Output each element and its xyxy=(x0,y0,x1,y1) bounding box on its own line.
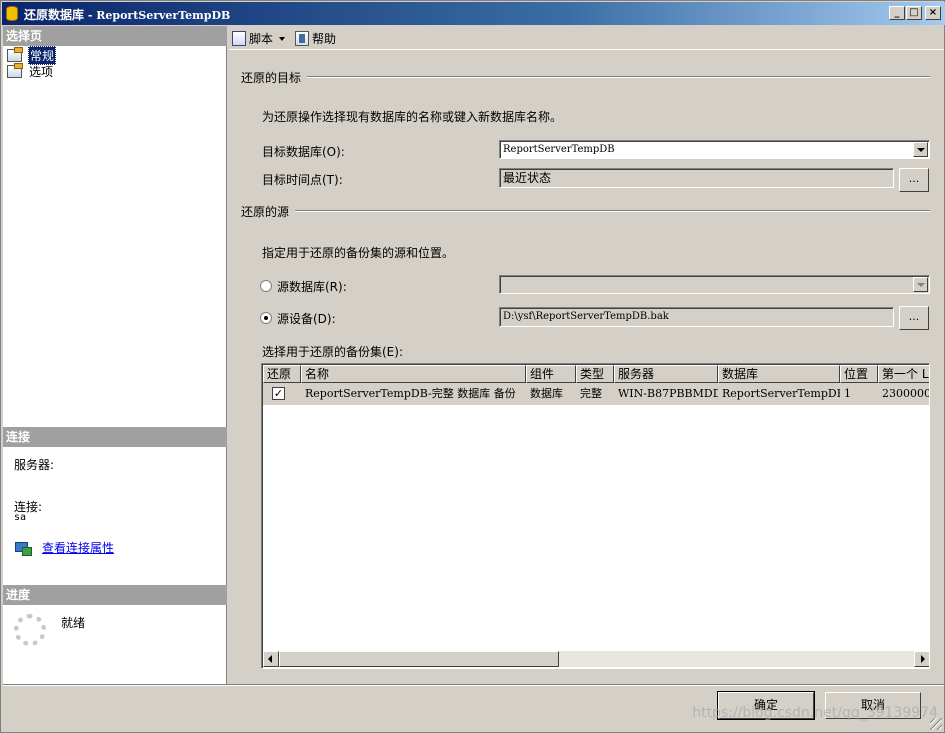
page-item-options[interactable]: 选项 xyxy=(7,62,54,79)
left-pane: 选择页 常规 选项 连接 服务器: 连接: sa 查看连接属性 进度 就绪 xyxy=(3,26,227,684)
cell-position: 1 xyxy=(844,387,851,400)
from-device-radio[interactable] xyxy=(260,312,272,324)
scroll-left-icon[interactable] xyxy=(263,651,279,667)
target-group-title: 还原的目标 xyxy=(241,71,302,85)
col-header-component[interactable]: 组件 xyxy=(526,365,576,383)
cell-component: 数据库 xyxy=(530,387,563,400)
target-time-label: 目标时间点(T): xyxy=(262,173,343,187)
grid-header: 还原 名称 组件 类型 服务器 数据库 位置 第一个 L xyxy=(263,365,929,383)
from-database-combo[interactable] xyxy=(499,275,930,294)
from-device-field: D:\ysf\ReportServerTempDB.bak xyxy=(499,307,894,327)
bottom-divider xyxy=(3,684,944,686)
target-instruction: 为还原操作选择现有数据库的名称或键入新数据库名称。 xyxy=(262,110,563,124)
target-time-field: 最近状态 xyxy=(499,168,894,188)
progress-spinner-icon xyxy=(14,614,46,646)
database-icon xyxy=(6,6,18,21)
target-group-divider xyxy=(307,76,930,78)
col-header-database[interactable]: 数据库 xyxy=(718,365,840,383)
table-row[interactable]: ✓ ReportServerTempDB-完整 数据库 备份 数据库 完整 WI… xyxy=(263,383,929,405)
col-header-server[interactable]: 服务器 xyxy=(614,365,718,383)
close-button[interactable]: × xyxy=(925,6,941,20)
backup-sets-label: 选择用于还原的备份集(E): xyxy=(262,345,403,359)
source-group-divider xyxy=(295,210,930,212)
help-button-label: 帮助 xyxy=(312,32,337,46)
page-item-general[interactable]: 常规 xyxy=(7,45,57,65)
from-device-browse-button[interactable]: ... xyxy=(899,306,929,330)
watermark: https://blog.csdn.net/qq_39139974 xyxy=(692,705,938,721)
script-icon xyxy=(232,31,246,46)
help-icon xyxy=(295,31,309,46)
from-database-radio[interactable] xyxy=(260,280,272,292)
scroll-thumb[interactable] xyxy=(279,651,559,667)
target-db-combo[interactable]: ReportServerTempDB xyxy=(499,140,930,159)
select-page-header: 选择页 xyxy=(3,26,227,46)
server-label: 服务器: xyxy=(14,458,55,472)
col-header-first-lsn[interactable]: 第一个 L xyxy=(878,365,929,383)
col-header-name[interactable]: 名称 xyxy=(301,365,526,383)
backup-sets-grid[interactable]: 还原 名称 组件 类型 服务器 数据库 位置 第一个 L ✓ ReportSer… xyxy=(261,363,930,669)
source-group-title: 还原的源 xyxy=(241,205,290,219)
progress-status: 就绪 xyxy=(61,616,86,630)
cell-first-lsn: 23000000 xyxy=(882,387,929,400)
help-button[interactable]: 帮助 xyxy=(295,30,336,47)
window-title: 还原数据库 - ReportServerTempDB xyxy=(24,6,230,23)
cell-restore: ✓ xyxy=(263,383,301,405)
script-button[interactable]: 脚本 xyxy=(232,30,286,47)
cell-name: ReportServerTempDB-完整 数据库 备份 xyxy=(305,387,516,400)
title-bar[interactable]: 还原数据库 - ReportServerTempDB _ □ × xyxy=(2,2,945,25)
page-icon xyxy=(7,62,23,78)
progress-header: 进度 xyxy=(3,585,227,605)
window-title-db: - ReportServerTempDB xyxy=(84,9,231,22)
minimize-button[interactable]: _ xyxy=(889,6,905,20)
restore-database-window: 还原数据库 - ReportServerTempDB _ □ × 选择页 常规 … xyxy=(0,0,945,733)
view-connection-properties[interactable]: 查看连接属性 xyxy=(14,539,114,556)
page-icon xyxy=(7,46,23,62)
cell-type: 完整 xyxy=(580,387,602,400)
col-header-restore[interactable]: 还原 xyxy=(263,365,301,383)
page-item-options-label: 选项 xyxy=(29,64,54,79)
from-database-label[interactable]: 源数据库(R): xyxy=(277,278,347,295)
target-db-label: 目标数据库(O): xyxy=(262,145,345,159)
cell-server: WIN-B87PBBMDDV7 xyxy=(618,387,718,400)
connection-properties-icon xyxy=(14,541,32,556)
maximize-button[interactable]: □ xyxy=(906,6,922,20)
chevron-down-icon[interactable] xyxy=(913,277,928,292)
cell-database: ReportServerTempDB xyxy=(722,387,840,400)
toolbar: 脚本 帮助 xyxy=(229,26,944,50)
target-time-browse-button[interactable]: ... xyxy=(899,168,929,192)
view-connection-properties-link[interactable]: 查看连接属性 xyxy=(42,539,114,556)
connection-header: 连接 xyxy=(3,427,227,447)
window-title-main: 还原数据库 xyxy=(24,8,85,22)
scroll-right-icon[interactable] xyxy=(914,651,929,667)
restore-checkbox[interactable]: ✓ xyxy=(272,387,285,400)
col-header-position[interactable]: 位置 xyxy=(840,365,878,383)
source-instruction: 指定用于还原的备份集的源和位置。 xyxy=(262,246,455,260)
from-device-label[interactable]: 源设备(D): xyxy=(277,310,336,327)
col-header-type[interactable]: 类型 xyxy=(576,365,614,383)
grid-horizontal-scrollbar[interactable] xyxy=(263,651,929,667)
resize-grip-icon[interactable] xyxy=(930,718,942,730)
target-db-value: ReportServerTempDB xyxy=(503,144,615,155)
chevron-down-icon xyxy=(279,36,286,41)
connection-value: sa xyxy=(14,512,27,523)
chevron-down-icon[interactable] xyxy=(913,142,928,157)
script-button-label: 脚本 xyxy=(249,32,274,46)
